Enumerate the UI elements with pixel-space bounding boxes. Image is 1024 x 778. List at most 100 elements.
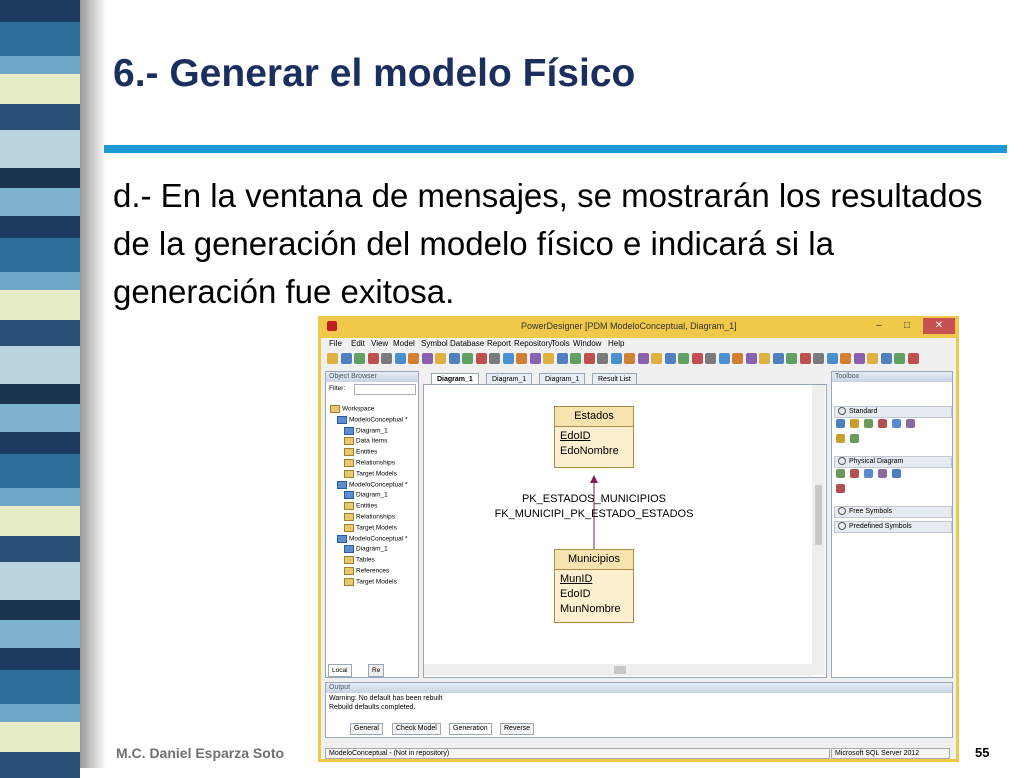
tree-item[interactable]: Entities [344, 502, 377, 511]
menu-database[interactable]: Database [450, 339, 484, 348]
toolbar-button-icon[interactable] [867, 353, 878, 364]
menu-model[interactable]: Model [393, 339, 415, 348]
tab-general[interactable]: General [350, 723, 383, 735]
tree-item[interactable]: Relationships [344, 459, 395, 467]
tool-icon[interactable] [878, 419, 887, 428]
toolbar-button-icon[interactable] [853, 353, 865, 364]
menu-report[interactable]: Report [487, 339, 511, 348]
toolbar-button-icon[interactable] [381, 353, 392, 364]
toolbar-button-icon[interactable] [759, 353, 770, 364]
tool-icon[interactable] [836, 419, 845, 428]
toolbar-button-icon[interactable] [772, 353, 784, 364]
toolbar-button-icon[interactable] [516, 353, 527, 364]
menu-symbol[interactable]: Symbol [421, 339, 448, 348]
minimize-button[interactable]: – [866, 318, 892, 334]
tree-item[interactable]: Target Models [344, 523, 397, 532]
toolbar-button-icon[interactable] [408, 353, 419, 364]
tree-item[interactable]: ModeloConceptual * [337, 415, 408, 424]
toolbar-button-icon[interactable] [624, 353, 635, 364]
toolbar-button-icon[interactable] [610, 353, 622, 364]
toolbar-button-icon[interactable] [475, 353, 487, 364]
toolbar-button-icon[interactable] [732, 353, 743, 364]
tab-check-model[interactable]: Check Model [392, 723, 441, 735]
tree-item[interactable]: ModeloConceptual * [337, 480, 408, 489]
toolbar-button-icon[interactable] [583, 353, 595, 364]
tree-item[interactable]: Entities [344, 448, 377, 457]
tool-icon[interactable] [906, 419, 915, 428]
toolbox-section-standard[interactable]: Standard [834, 406, 952, 418]
toolbar-button-icon[interactable] [489, 353, 500, 364]
tree-item[interactable]: Tables [344, 556, 375, 565]
entity-municipios[interactable]: Municipios MunID EdoID MunNombre [554, 549, 634, 623]
tree-item[interactable]: Diagram_1 [344, 426, 388, 435]
tree-item[interactable]: Data Items [344, 437, 387, 446]
toolbar-button-icon[interactable] [840, 353, 851, 364]
tool-icon[interactable] [864, 469, 873, 478]
toolbar-button-icon[interactable] [678, 353, 689, 364]
tool-icon[interactable] [892, 419, 901, 428]
close-button[interactable]: ✕ [923, 318, 955, 334]
toolbar-button-icon[interactable] [394, 353, 406, 364]
toolbox-section-free-symbols[interactable]: Free Symbols [834, 506, 952, 518]
tab-reverse[interactable]: Reverse [500, 723, 535, 735]
menu-repository[interactable]: Repository [514, 339, 552, 348]
tab-repository[interactable]: Re [368, 664, 385, 677]
menu-tools[interactable]: Tools [551, 339, 570, 348]
toolbar-button-icon[interactable] [448, 353, 460, 364]
toolbar-button-icon[interactable] [637, 353, 649, 364]
tool-icon[interactable] [836, 469, 845, 478]
toolbar-button-icon[interactable] [745, 353, 757, 364]
toolbar-button-icon[interactable] [327, 353, 338, 364]
tool-icon[interactable] [836, 434, 845, 443]
toolbar-button-icon[interactable] [826, 353, 838, 364]
toolbar-button-icon[interactable] [880, 353, 892, 364]
menu-view[interactable]: View [371, 339, 388, 348]
tool-icon[interactable] [850, 419, 859, 428]
tree-item[interactable]: ModeloConceptual * [337, 534, 408, 543]
toolbar-button-icon[interactable] [691, 353, 703, 364]
toolbar-button-icon[interactable] [529, 353, 541, 364]
tab-generation[interactable]: Generation [449, 723, 492, 735]
entity-estados[interactable]: Estados EdoID EdoNombre [554, 406, 634, 468]
maximize-button[interactable]: □ [894, 318, 920, 334]
menu-help[interactable]: Help [608, 339, 624, 348]
diagram-canvas[interactable]: Estados EdoID EdoNombre PK_ESTADOS_MUNIC… [423, 384, 827, 678]
toolbar-button-icon[interactable] [367, 353, 379, 364]
tool-icon[interactable] [850, 434, 859, 443]
tree-item[interactable]: References [344, 567, 389, 575]
toolbar-button-icon[interactable] [435, 353, 446, 364]
toolbox-section-predefined[interactable]: Predefined Symbols [834, 521, 952, 533]
tool-icon[interactable] [878, 469, 887, 478]
toolbar-button-icon[interactable] [894, 353, 905, 364]
toolbar-button-icon[interactable] [597, 353, 608, 364]
toolbar-button-icon[interactable] [421, 353, 433, 364]
toolbar-button-icon[interactable] [664, 353, 676, 364]
toolbar-button-icon[interactable] [651, 353, 662, 364]
tree-item[interactable]: Target Models [344, 577, 397, 586]
toolbar-button-icon[interactable] [705, 353, 716, 364]
toolbar-button-icon[interactable] [462, 353, 473, 364]
tree-item[interactable]: Diagram_1 [344, 491, 388, 500]
toolbar-button-icon[interactable] [340, 353, 352, 364]
toolbar-button-icon[interactable] [799, 353, 811, 364]
toolbar-button-icon[interactable] [813, 353, 824, 364]
menu-window[interactable]: Window [573, 339, 601, 348]
toolbar-button-icon[interactable] [907, 353, 919, 364]
menu-edit[interactable]: Edit [351, 339, 365, 348]
toolbar-button-icon[interactable] [502, 353, 514, 364]
tool-icon[interactable] [850, 469, 859, 478]
toolbar-button-icon[interactable] [570, 353, 581, 364]
toolbar-button-icon[interactable] [556, 353, 568, 364]
filter-input[interactable] [354, 384, 416, 395]
toolbar-button-icon[interactable] [354, 353, 365, 364]
toolbox-section-physical[interactable]: Physical Diagram [834, 456, 952, 468]
tree-item[interactable]: Diagram_1 [344, 545, 388, 554]
tab-local[interactable]: Local [328, 664, 352, 677]
toolbar-button-icon[interactable] [786, 353, 797, 364]
toolbar-button-icon[interactable] [718, 353, 730, 364]
tool-icon[interactable] [836, 484, 845, 493]
tree-item[interactable]: Target Models [344, 469, 397, 478]
tree-item[interactable]: Workspace [330, 405, 374, 413]
toolbar-button-icon[interactable] [543, 353, 554, 364]
tool-icon[interactable] [864, 419, 873, 428]
